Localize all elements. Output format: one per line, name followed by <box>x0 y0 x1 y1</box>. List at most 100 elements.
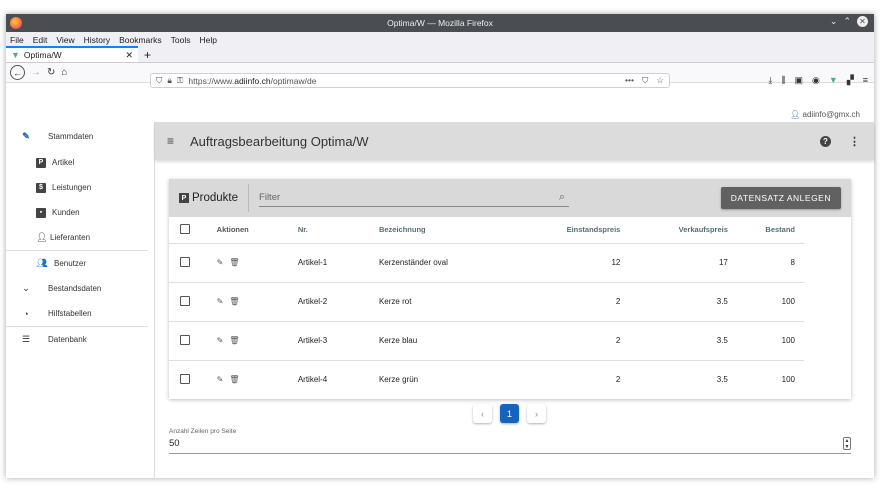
page-1-button[interactable]: 1 <box>500 404 519 423</box>
cell-bestand: 8 <box>727 243 804 283</box>
maximize-icon[interactable]: ⌃ <box>843 16 851 27</box>
sidebar-item-leistungen[interactable]: $ Leistungen <box>6 175 154 200</box>
row-checkbox[interactable] <box>180 256 190 267</box>
leistungen-icon: $ <box>36 182 46 193</box>
vue-devtools-icon[interactable]: ▼ <box>829 75 838 86</box>
download-icon[interactable]: ⤓ <box>768 75 772 86</box>
user-bar: 👤︎ adiinfo@gmx.ch <box>6 108 874 122</box>
products-title: P Produkte <box>179 184 250 212</box>
edit-icon[interactable]: ✎ <box>217 258 224 267</box>
spinner-icon[interactable]: ▲ ▼ <box>843 437 851 450</box>
sidebar-item-kunden[interactable]: ▪ Kunden <box>6 200 154 225</box>
delete-icon[interactable]: 🗑︎ <box>229 375 239 384</box>
help-icon[interactable]: ? <box>820 135 831 147</box>
back-icon[interactable]: ← <box>10 65 25 80</box>
cell-bestand: 100 <box>727 321 804 361</box>
account-icon[interactable]: ◉ <box>812 75 820 86</box>
permissions-icon[interactable]: ⚿ <box>177 75 183 86</box>
library-icon[interactable]: ⫼ <box>781 75 785 86</box>
sidebar-icon[interactable]: ▣ <box>795 75 804 86</box>
cell-nr: Artikel-2 <box>297 282 379 322</box>
menu-view[interactable]: View <box>56 35 74 45</box>
cell-verkaufspreis: 3.5 <box>716 375 728 385</box>
browser-tab[interactable]: ▼ Optima/W ✕ <box>6 46 138 62</box>
shield-icon[interactable]: ⛉ <box>156 75 162 86</box>
page-actions-icon[interactable]: ••• <box>625 75 634 86</box>
search-icon[interactable]: ⌕ <box>559 191 565 204</box>
home-icon[interactable]: ⌂ <box>61 67 67 78</box>
prev-page-button[interactable]: ‹ <box>473 404 492 423</box>
rows-per-page-value[interactable]: 50 <box>169 438 851 449</box>
edit-icon[interactable]: ✎ <box>217 375 224 384</box>
pocket-icon[interactable]: ⛉ <box>642 75 648 86</box>
tab-bar: ▼ Optima/W ✕ + <box>6 46 874 63</box>
row-checkbox[interactable] <box>180 373 190 384</box>
table-row: ✎ 🗑︎ Artikel-4 Kerze grün 2 3.5 100 <box>169 360 804 399</box>
lock-icon[interactable]: 🔒︎ <box>167 75 172 86</box>
url-text[interactable]: https://www.adiinfo.ch/optimaw/de <box>188 76 316 86</box>
menu-bookmarks[interactable]: Bookmarks <box>119 35 162 45</box>
products-card: P Produkte Filter ⌕ DATENSATZ ANLEGEN Ak… <box>169 179 851 399</box>
sidebar-item-datenbank[interactable]: ☰ Datenbank <box>6 327 154 352</box>
rows-per-page-field[interactable]: Anzahl Zeilen pro Seite 50 ▲ ▼ <box>169 428 851 454</box>
menu-tools[interactable]: Tools <box>171 35 191 45</box>
benutzer-icon: 👥︎ <box>36 258 48 268</box>
col-verkaufspreis[interactable]: Verkaufspreis <box>620 217 728 244</box>
url-bar[interactable]: ⛉ 🔒︎ ⚿ https://www.adiinfo.ch/optimaw/de… <box>150 73 670 88</box>
sidebar-item-benutzer[interactable]: 👥︎ Benutzer <box>6 251 154 276</box>
sidebar-item-bestandsdaten[interactable]: ⌄ Bestandsdaten <box>6 276 154 301</box>
close-tab-icon[interactable]: ✕ <box>125 50 133 61</box>
sidebar-item-artikel[interactable]: P Artikel <box>6 150 154 175</box>
cell-nr: Artikel-1 <box>297 243 379 283</box>
page-content: 👤︎ adiinfo@gmx.ch ✎ Stammdaten P Artikel… <box>6 108 874 478</box>
delete-icon[interactable]: 🗑︎ <box>229 258 239 267</box>
col-einstandspreis[interactable]: Einstandspreis <box>480 217 621 244</box>
delete-icon[interactable]: 🗑︎ <box>229 336 239 345</box>
add-record-button[interactable]: DATENSATZ ANLEGEN <box>720 187 841 209</box>
cell-bestand: 100 <box>781 375 795 385</box>
bookmark-star-icon[interactable]: ☆ <box>656 75 664 86</box>
filter-input[interactable]: Filter ⌕ <box>259 189 570 207</box>
close-window-icon[interactable]: ✕ <box>857 16 868 27</box>
new-tab-icon[interactable]: + <box>144 48 151 62</box>
menu-toggle-icon[interactable]: ≡ <box>167 134 174 148</box>
menu-bar: File Edit View History Bookmarks Tools H… <box>6 32 874 47</box>
menu-file[interactable]: File <box>10 35 24 45</box>
more-vert-icon[interactable]: ⋮ <box>849 135 860 148</box>
table-row: ✎ 🗑︎ Artikel-3 Kerze blau 2 3.5 100 <box>169 321 804 361</box>
firefox-logo-icon <box>10 17 22 29</box>
sidebar-item-hilfstabellen[interactable]: ◔ Hilfstabellen <box>6 301 154 326</box>
col-nr[interactable]: Nr. <box>297 217 379 244</box>
products-table: Aktionen Nr. Bezeichnung Einstandspreis … <box>169 217 804 399</box>
next-page-button[interactable]: › <box>527 404 546 423</box>
edit-icon[interactable]: ✎ <box>217 336 224 345</box>
cell-einstandspreis: 12 <box>480 243 621 283</box>
menu-edit[interactable]: Edit <box>33 35 48 45</box>
stammdaten-icon: ✎ <box>22 130 30 141</box>
browser-window: Optima/W — Mozilla Firefox ⌄ ⌃ ✕ File Ed… <box>6 14 874 478</box>
col-aktionen: Aktionen <box>216 217 298 244</box>
sidebar-item-lieferanten[interactable]: 👤︎ Lieferanten <box>6 225 154 250</box>
lieferanten-icon: 👤︎ <box>36 232 48 242</box>
sidebar: ✎ Stammdaten P Artikel $ Leistungen ▪ Ku… <box>6 122 155 478</box>
vue-favicon-icon: ▼ <box>11 50 20 60</box>
menu-help[interactable]: Help <box>199 35 216 45</box>
table-row: ✎ 🗑︎ Artikel-2 Kerze rot 2 3.5 100 <box>169 282 804 322</box>
col-bezeichnung[interactable]: Bezeichnung <box>378 217 481 244</box>
reload-icon[interactable]: ↻ <box>47 67 55 78</box>
extensions-icon[interactable]: ▞ <box>847 75 854 86</box>
col-bestand[interactable]: Bestand <box>727 217 804 244</box>
select-all-checkbox[interactable] <box>180 223 190 234</box>
delete-icon[interactable]: 🗑︎ <box>229 297 239 306</box>
forward-icon[interactable]: → <box>31 67 41 78</box>
edit-icon[interactable]: ✎ <box>217 297 224 306</box>
sidebar-item-stammdaten[interactable]: ✎ Stammdaten <box>6 122 154 150</box>
minimize-icon[interactable]: ⌄ <box>830 16 838 27</box>
menu-history[interactable]: History <box>84 35 110 45</box>
hamburger-menu-icon[interactable]: ≡ <box>863 75 868 86</box>
row-checkbox[interactable] <box>180 295 190 306</box>
title-bar: Optima/W — Mozilla Firefox ⌄ ⌃ ✕ <box>6 14 874 32</box>
cell-verkaufspreis: 3.5 <box>620 321 728 361</box>
row-checkbox[interactable] <box>180 334 190 345</box>
cell-verkaufspreis: 17 <box>620 243 728 283</box>
